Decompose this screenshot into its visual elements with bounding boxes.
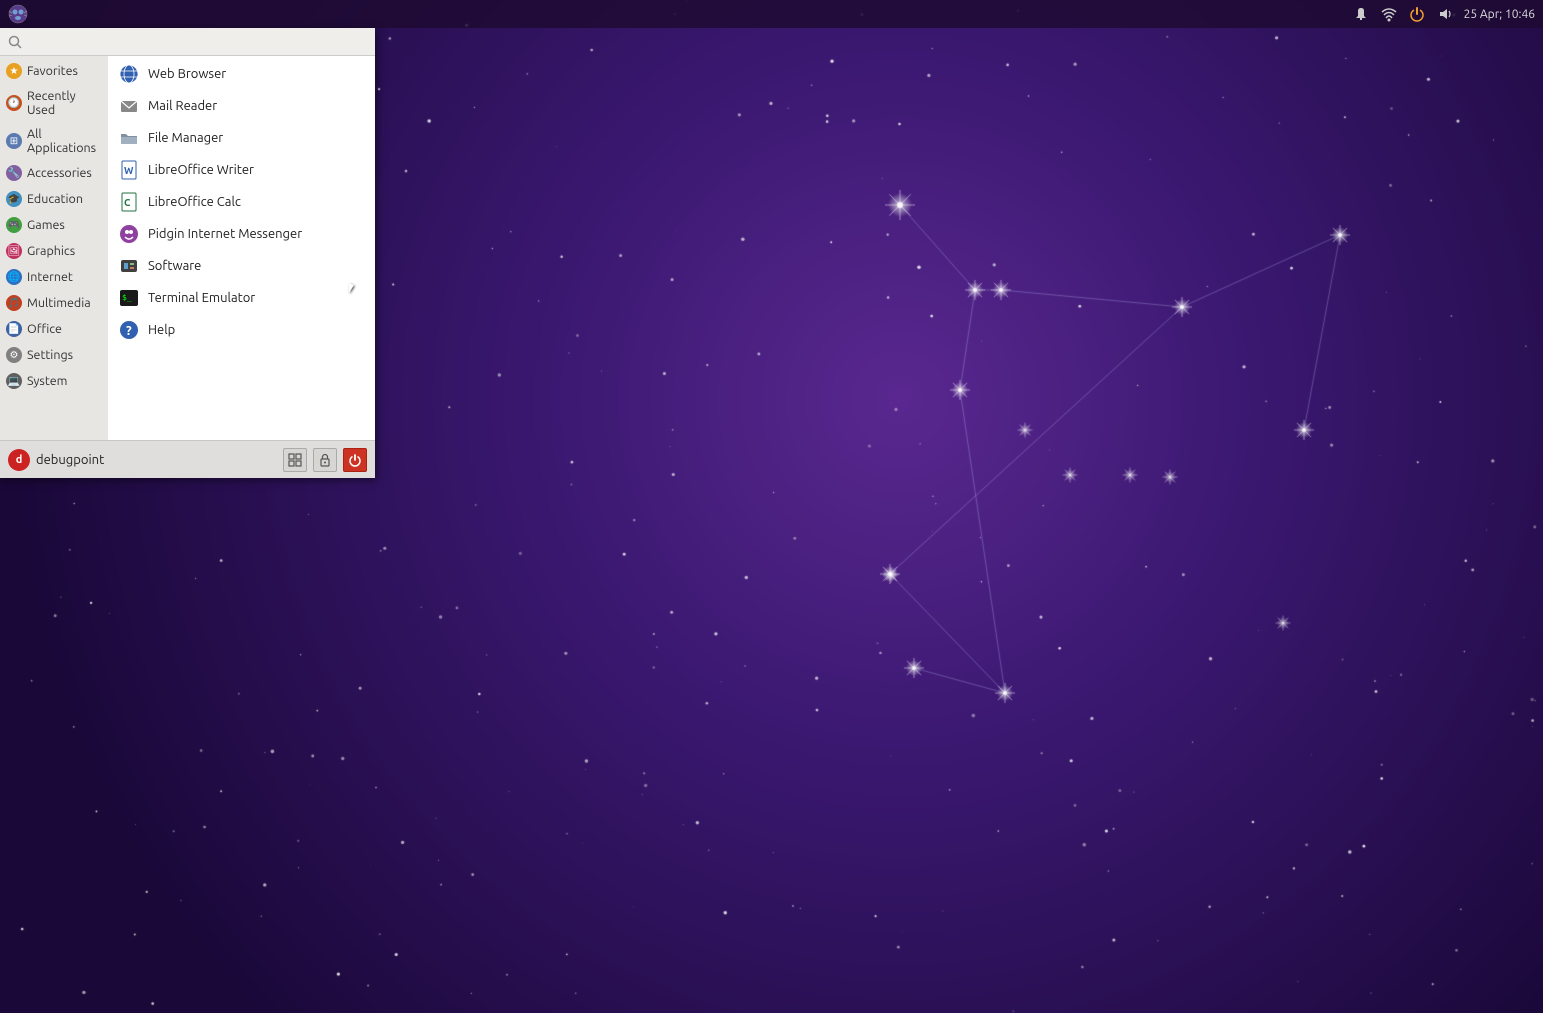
app-label-help: Help (148, 323, 175, 337)
app-icon-terminal: $_ (118, 287, 140, 309)
category-label-recently-used: Recently Used (27, 89, 102, 117)
taskbar-right: 25 Apr; 10:46 (1352, 5, 1543, 23)
category-item-education[interactable]: 🎓 Education (0, 186, 108, 212)
category-label-office: Office (27, 322, 62, 336)
app-menu-button[interactable] (4, 0, 32, 28)
category-icon-office: 📄 (6, 321, 22, 337)
category-item-settings[interactable]: ⚙ Settings (0, 342, 108, 368)
category-icon-system: 💻 (6, 373, 22, 389)
category-icon-multimedia: 🎵 (6, 295, 22, 311)
search-input[interactable] (28, 34, 367, 49)
app-label-libreoffice-writer: LibreOffice Writer (148, 163, 254, 177)
taskbar-left (0, 0, 32, 28)
app-label-terminal: Terminal Emulator (148, 291, 255, 305)
category-label-favorites: Favorites (27, 64, 78, 78)
category-label-all-applications: All Applications (27, 127, 102, 155)
category-icon-internet: 🌐 (6, 269, 22, 285)
power-button[interactable] (343, 448, 367, 472)
category-label-multimedia: Multimedia (27, 296, 91, 310)
search-bar (0, 28, 375, 56)
menu-footer: d debugpoint (0, 440, 375, 478)
category-label-internet: Internet (27, 270, 73, 284)
app-icon-help: ? (118, 319, 140, 341)
app-icon-mail-reader (118, 95, 140, 117)
category-label-education: Education (27, 192, 83, 206)
category-icon-games: 🎮 (6, 217, 22, 233)
category-icon-recently-used: 🕐 (6, 95, 22, 111)
category-icon-settings: ⚙ (6, 347, 22, 363)
app-item-mail-reader[interactable]: Mail Reader (108, 90, 375, 122)
svg-text:?: ? (126, 324, 132, 338)
category-item-internet[interactable]: 🌐 Internet (0, 264, 108, 290)
app-menu: ★ Favorites 🕐 Recently Used ⊞ All Application… (0, 28, 375, 478)
category-item-graphics[interactable]: 🖼 Graphics (0, 238, 108, 264)
app-icon-web-browser (118, 63, 140, 85)
category-label-graphics: Graphics (27, 244, 75, 258)
category-item-multimedia[interactable]: 🎵 Multimedia (0, 290, 108, 316)
app-label-file-manager: File Manager (148, 131, 223, 145)
category-label-settings: Settings (27, 348, 73, 362)
app-label-pidgin: Pidgin Internet Messenger (148, 227, 302, 241)
user-avatar: d (8, 449, 30, 471)
power-icon[interactable] (1408, 5, 1426, 23)
category-icon-graphics: 🖼 (6, 243, 22, 259)
volume-icon[interactable] (1436, 5, 1454, 23)
app-icon-libreoffice-writer: W (118, 159, 140, 181)
search-icon (8, 35, 22, 49)
app-icon-file-manager (118, 127, 140, 149)
category-label-accessories: Accessories (27, 166, 92, 180)
app-item-software[interactable]: Software (108, 250, 375, 282)
network-icon[interactable] (1380, 5, 1398, 23)
category-icon-favorites: ★ (6, 63, 22, 79)
category-item-favorites[interactable]: ★ Favorites (0, 58, 108, 84)
app-label-software: Software (148, 259, 201, 273)
category-label-system: System (27, 374, 67, 388)
notification-icon[interactable] (1352, 5, 1370, 23)
category-item-accessories[interactable]: 🔧 Accessories (0, 160, 108, 186)
category-item-games[interactable]: 🎮 Games (0, 212, 108, 238)
app-item-help[interactable]: ? Help (108, 314, 375, 346)
category-item-system[interactable]: 💻 System (0, 368, 108, 394)
app-item-web-browser[interactable]: Web Browser (108, 58, 375, 90)
category-icon-education: 🎓 (6, 191, 22, 207)
taskbar: 25 Apr; 10:46 (0, 0, 1543, 28)
app-label-mail-reader: Mail Reader (148, 99, 217, 113)
menu-body: ★ Favorites 🕐 Recently Used ⊞ All Application… (0, 56, 375, 440)
switch-user-button[interactable] (283, 448, 307, 472)
app-item-libreoffice-writer[interactable]: W LibreOffice Writer (108, 154, 375, 186)
category-item-office[interactable]: 📄 Office (0, 316, 108, 342)
category-icon-all-applications: ⊞ (6, 133, 22, 149)
svg-text:W: W (124, 165, 134, 176)
app-item-libreoffice-calc[interactable]: C LibreOffice Calc (108, 186, 375, 218)
app-icon-software (118, 255, 140, 277)
app-label-web-browser: Web Browser (148, 67, 226, 81)
app-label-libreoffice-calc: LibreOffice Calc (148, 195, 241, 209)
app-icon-libreoffice-calc: C (118, 191, 140, 213)
datetime-display: 25 Apr; 10:46 (1464, 8, 1535, 21)
category-item-recently-used[interactable]: 🕐 Recently Used (0, 84, 108, 122)
app-item-pidgin[interactable]: Pidgin Internet Messenger (108, 218, 375, 250)
categories-panel: ★ Favorites 🕐 Recently Used ⊞ All Application… (0, 56, 108, 440)
svg-text:C: C (124, 197, 131, 208)
app-item-file-manager[interactable]: File Manager (108, 122, 375, 154)
username-label: debugpoint (36, 453, 277, 467)
app-list-panel: Web Browser Mail Reader File Manager W L… (108, 56, 375, 440)
category-item-all-applications[interactable]: ⊞ All Applications (0, 122, 108, 160)
svg-text:$_: $_ (122, 293, 132, 302)
lock-button[interactable] (313, 448, 337, 472)
category-label-games: Games (27, 218, 65, 232)
app-icon-pidgin (118, 223, 140, 245)
category-icon-accessories: 🔧 (6, 165, 22, 181)
app-item-terminal[interactable]: $_ Terminal Emulator (108, 282, 375, 314)
